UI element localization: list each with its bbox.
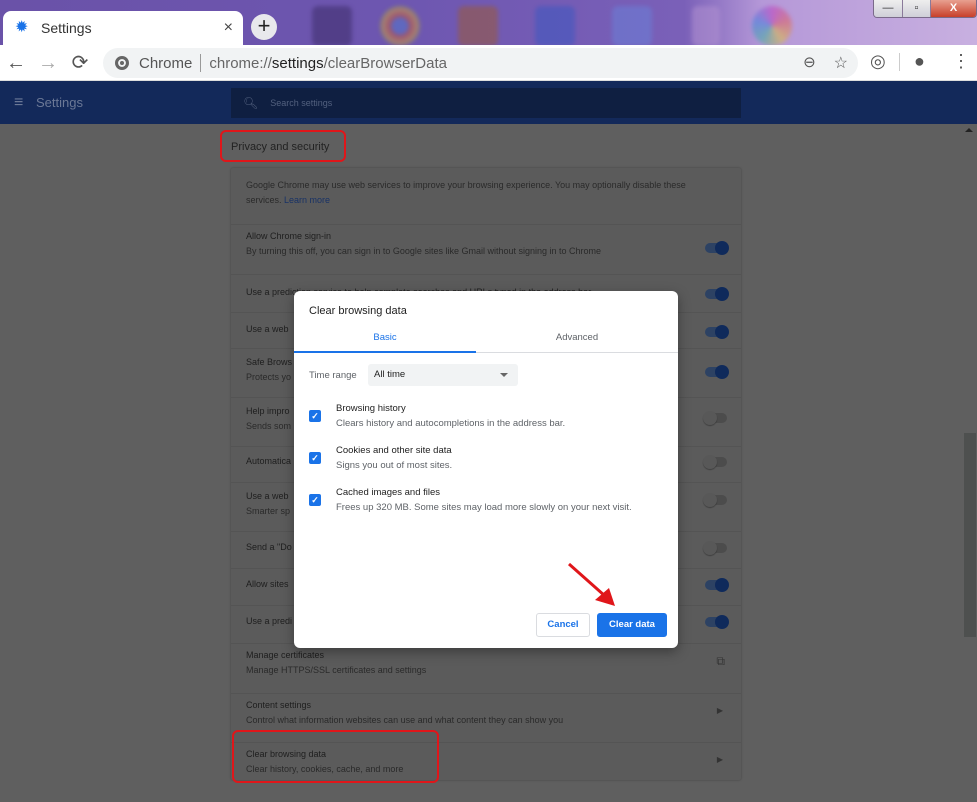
external-link-icon[interactable]: ⧉ [716, 654, 725, 669]
tab-settings[interactable]: ✹ Settings × [3, 11, 243, 45]
tab-advanced[interactable]: Advanced [486, 332, 668, 343]
settings-header: ≡ Settings 🔍︎ Search settings [0, 81, 977, 124]
address-bar[interactable]: Chrome chrome://settings/clearBrowserDat… [103, 48, 858, 78]
hamburger-menu-icon[interactable]: ≡ [14, 94, 23, 112]
site-chip: Chrome [139, 54, 193, 72]
setting-row[interactable]: Allow Chrome sign-in By turning this off… [231, 224, 741, 274]
url-text[interactable]: chrome://settings/clearBrowserData [209, 55, 447, 72]
setting-title: Allow Chrome sign-in [246, 231, 332, 241]
cancel-button[interactable]: Cancel [536, 613, 590, 637]
time-range-value: All time [374, 369, 406, 380]
profile-avatar-icon[interactable]: ● [914, 51, 925, 72]
back-icon[interactable]: ← [4, 51, 28, 75]
gear-icon: ✹ [15, 19, 29, 36]
checkbox[interactable]: ✓ [309, 494, 321, 506]
chrome-site-icon [115, 56, 129, 70]
option-title: Browsing history [336, 403, 406, 414]
tab-strip: ✹ Settings × + — ▫ X [0, 0, 977, 45]
toggle-switch[interactable] [705, 241, 729, 255]
option-browsing-history[interactable]: ✓ Browsing history Clears history and au… [309, 403, 669, 435]
dropdown-caret-icon [500, 373, 508, 377]
toolbar-divider [899, 53, 900, 71]
desktop-background-icon [312, 6, 352, 45]
search-settings-input[interactable]: 🔍︎ Search settings [231, 88, 741, 118]
search-placeholder: Search settings [270, 98, 333, 108]
option-desc: Signs you out of most sites. [336, 460, 453, 471]
annotation-highlight [220, 130, 346, 162]
toggle-switch[interactable] [703, 493, 727, 507]
scrollbar[interactable] [962, 124, 977, 802]
annotation-highlight [232, 730, 439, 783]
minimize-button[interactable]: — [874, 0, 902, 17]
toggle-switch[interactable] [703, 411, 727, 425]
toggle-switch[interactable] [703, 541, 727, 555]
time-range-label: Time range [309, 370, 357, 381]
chrome-menu-icon[interactable]: ⋮ [952, 51, 970, 72]
setting-title: Content settings [246, 700, 312, 710]
forward-icon[interactable]: → [36, 51, 60, 75]
bookmark-star-icon[interactable]: ☆ [834, 53, 848, 73]
reload-icon[interactable]: ⟳ [68, 51, 92, 75]
dialog-title: Clear browsing data [309, 305, 407, 317]
desktop-background-icon [612, 6, 652, 45]
setting-title: Manage certificates [246, 650, 325, 660]
toggle-switch[interactable] [705, 287, 729, 301]
tab-title: Settings [41, 20, 92, 36]
tab-basic[interactable]: Basic [294, 332, 476, 343]
setting-row[interactable]: Manage certificates Manage HTTPS/SSL cer… [231, 643, 741, 693]
setting-desc: By turning this off, you can sign in to … [246, 246, 602, 256]
setting-desc: Control what information websites can us… [246, 715, 564, 725]
active-tab-indicator [294, 351, 476, 353]
option-desc: Frees up 320 MB. Some sites may load mor… [336, 502, 632, 513]
toggle-switch[interactable] [705, 365, 729, 379]
clear-data-button[interactable]: Clear data [597, 613, 667, 637]
learn-more-link[interactable]: Learn more [284, 195, 330, 205]
annotation-arrow-icon [568, 562, 615, 606]
chevron-right-icon: ▶ [716, 755, 723, 764]
search-icon: 🔍︎ [243, 96, 259, 110]
close-tab-icon[interactable]: × [224, 19, 233, 37]
desktop-background-icon [380, 6, 420, 45]
checkbox[interactable]: ✓ [309, 452, 321, 464]
window-controls: — ▫ X [873, 0, 977, 18]
desktop-background-icon [458, 6, 498, 45]
desktop-background-icon [692, 6, 720, 45]
dialog-tabs: Basic Advanced [294, 329, 678, 353]
toggle-switch[interactable] [705, 325, 729, 339]
option-title: Cached images and files [336, 487, 441, 498]
desktop-background-icon [752, 6, 792, 45]
url-scheme: chrome:// [209, 54, 272, 72]
intro-text: Google Chrome may use web services to im… [246, 180, 686, 190]
time-range-select[interactable]: All time [368, 364, 518, 386]
intro-text-2: services. [246, 195, 282, 205]
chevron-right-icon: ▶ [716, 706, 723, 715]
close-window-button[interactable]: X [930, 0, 976, 17]
desktop-background-icon [535, 6, 575, 45]
browser-toolbar: ← → ⟳ Chrome chrome://settings/clearBrow… [0, 45, 977, 81]
zoom-out-icon[interactable]: ⊖ [803, 53, 816, 73]
option-cookies[interactable]: ✓ Cookies and other site data Signs you … [309, 445, 669, 477]
checkbox[interactable]: ✓ [309, 410, 321, 422]
option-cached-images[interactable]: ✓ Cached images and files Frees up 320 M… [309, 487, 669, 519]
url-host: settings [271, 54, 324, 72]
toggle-switch[interactable] [705, 615, 729, 629]
option-desc: Clears history and autocompletions in th… [336, 418, 566, 429]
toggle-switch[interactable] [705, 578, 729, 592]
maximize-button[interactable]: ▫ [902, 0, 930, 17]
scroll-up-arrow-icon[interactable] [965, 128, 973, 132]
extension-icon[interactable]: ◎ [870, 51, 886, 72]
url-path: /clearBrowserData [323, 54, 447, 72]
setting-desc: Manage HTTPS/SSL certificates and settin… [246, 665, 427, 675]
option-title: Cookies and other site data [336, 445, 452, 456]
scrollbar-thumb[interactable] [964, 433, 976, 637]
intro-row: Google Chrome may use web services to im… [231, 178, 741, 228]
omnibox-separator [200, 54, 202, 72]
toggle-switch[interactable] [703, 455, 727, 469]
new-tab-button[interactable]: + [251, 14, 277, 40]
settings-title: Settings [36, 95, 83, 110]
